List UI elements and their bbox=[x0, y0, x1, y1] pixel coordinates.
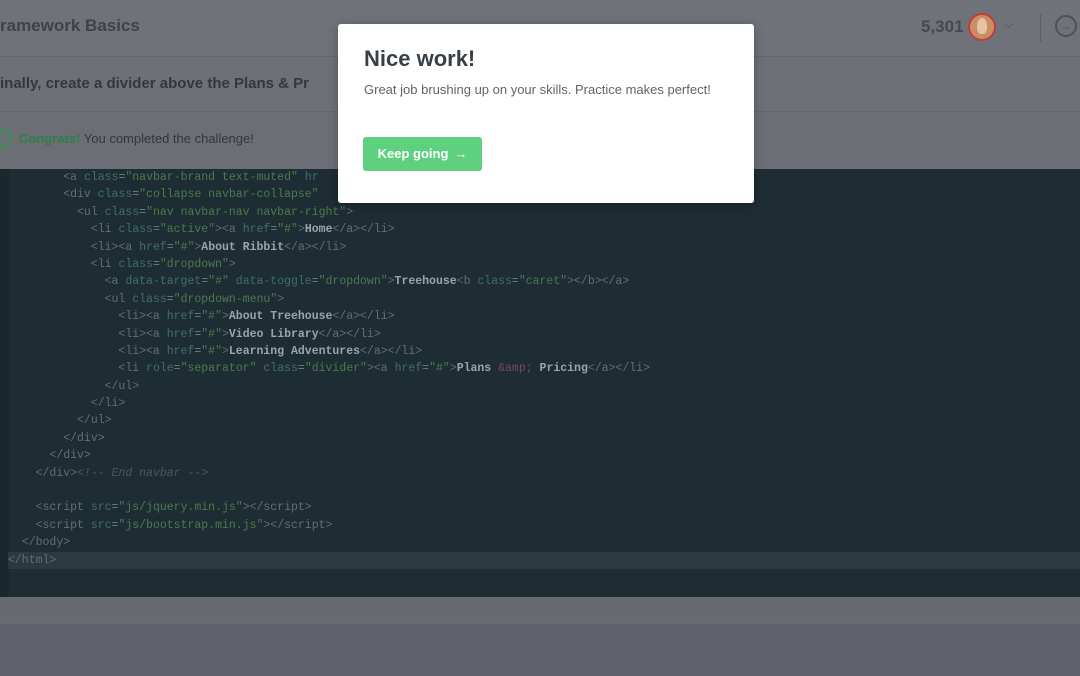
code-line: <li><a href="#">Learning Adventures</a><… bbox=[118, 344, 423, 358]
keep-going-label: Keep going bbox=[377, 146, 449, 161]
code-line: </li> bbox=[90, 397, 126, 411]
code-line: <li role="separator" class="divider"><a … bbox=[118, 362, 650, 376]
code-line: </ul> bbox=[77, 414, 112, 428]
modal-title: Nice work! bbox=[364, 46, 476, 71]
bottom-bar bbox=[0, 623, 1080, 676]
code-editor[interactable]: <a class="navbar-brand text-muted" hr <d… bbox=[0, 169, 1080, 597]
congrats-text: You completed the challenge! bbox=[80, 131, 254, 146]
code-line: <ul class="nav navbar-nav navbar-right"> bbox=[77, 205, 354, 219]
congrats-label: Congrats! bbox=[19, 131, 81, 146]
check-circle-icon: ✓ bbox=[0, 128, 12, 148]
code-line: <ul class="dropdown-menu"> bbox=[104, 292, 285, 306]
code-line-active: </html> bbox=[8, 551, 1080, 569]
modal-body: Great job brushing up on your skills. Pr… bbox=[364, 82, 711, 97]
code-content[interactable]: <a class="navbar-brand text-muted" hr <d… bbox=[8, 169, 1080, 569]
chevron-down-icon[interactable]: ⌵ bbox=[1004, 17, 1013, 32]
course-title: ramework Basics bbox=[0, 16, 140, 35]
code-line: <li class="active"><a href="#">Home</a><… bbox=[90, 223, 395, 237]
instruction-text: inally, create a divider above the Plans… bbox=[0, 75, 310, 92]
code-line: <li><a href="#">Video Library</a></li> bbox=[118, 327, 381, 341]
code-line: </ul> bbox=[104, 379, 140, 393]
avatar[interactable] bbox=[968, 13, 996, 41]
arrow-right-icon: → bbox=[454, 146, 468, 161]
code-line: <script src="js/jquery.min.js"></script> bbox=[35, 501, 312, 515]
code-line: <a data-target="#" data-toggle="dropdown… bbox=[104, 275, 630, 289]
keep-going-button[interactable]: Keep going → bbox=[363, 137, 482, 171]
next-arrow-icon[interactable]: → bbox=[1055, 15, 1077, 37]
congrats-message: Congrats! You completed the challenge! bbox=[19, 131, 254, 146]
code-line: <li><a href="#">About Ribbit</a></li> bbox=[90, 240, 347, 254]
code-line: <li class="dropdown"> bbox=[90, 257, 236, 271]
code-line: </div><!-- End navbar --> bbox=[35, 466, 209, 480]
success-modal: Nice work! Great job brushing up on your… bbox=[338, 24, 754, 203]
editor-footer bbox=[0, 597, 1080, 623]
code-line: </div> bbox=[63, 431, 105, 445]
code-line: </div> bbox=[49, 449, 91, 463]
code-line: <script src="js/bootstrap.min.js"></scri… bbox=[35, 518, 333, 532]
code-line: </body> bbox=[21, 536, 71, 550]
code-line: <li><a href="#">About Treehouse</a></li> bbox=[118, 310, 395, 324]
header-divider bbox=[1040, 14, 1041, 42]
points-counter: 5,301 bbox=[921, 17, 964, 36]
